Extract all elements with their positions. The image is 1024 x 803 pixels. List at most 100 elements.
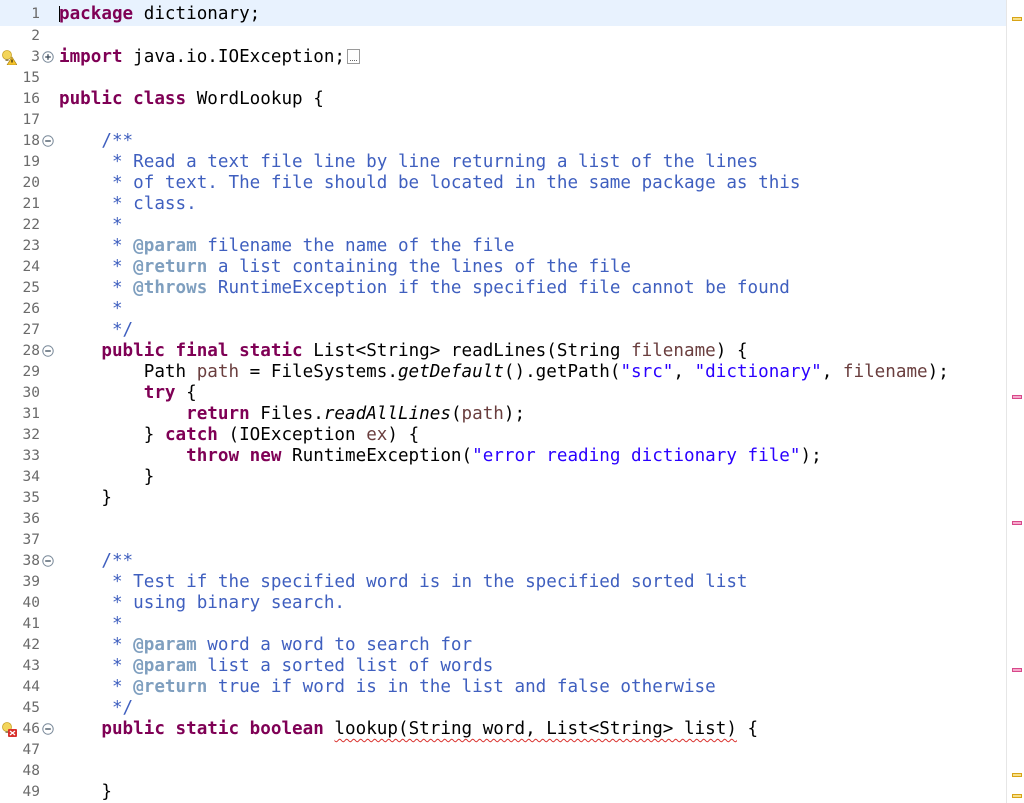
collapsed-imports-box[interactable] — [347, 49, 361, 64]
code-line[interactable]: 27 */ — [0, 320, 1006, 341]
code-token: * — [101, 236, 134, 256]
code-text[interactable]: /** — [59, 131, 133, 152]
plus-circle-icon[interactable] — [42, 51, 54, 63]
code-line[interactable]: 43 * @param list a sorted list of words — [0, 656, 1006, 677]
code-text[interactable]: * @throws RuntimeException if the specif… — [59, 278, 790, 299]
code-line[interactable]: 47 — [0, 740, 1006, 761]
code-text[interactable]: */ — [59, 320, 133, 341]
code-text[interactable]: * — [59, 215, 123, 236]
text-caret — [59, 6, 60, 22]
code-text[interactable]: * @return true if word is in the list an… — [59, 677, 716, 698]
code-token: , — [821, 362, 843, 382]
line-number: 23 — [22, 238, 40, 254]
code-text[interactable]: public static boolean lookup(String word… — [59, 719, 758, 740]
code-text[interactable]: Path path = FileSystems.getDefault().get… — [59, 362, 949, 383]
code-text[interactable]: * of text. The file should be located in… — [59, 173, 801, 194]
minus-circle-icon[interactable] — [42, 135, 54, 147]
code-token: "error reading dictionary file" — [472, 446, 801, 466]
line-number: 34 — [22, 469, 40, 485]
code-line[interactable]: 31 return Files.readAllLines(path); — [0, 404, 1006, 425]
code-line[interactable]: 30 try { — [0, 383, 1006, 404]
code-token: /** — [101, 551, 134, 571]
error-marker[interactable] — [1012, 395, 1022, 399]
warning-marker[interactable] — [1012, 773, 1022, 777]
code-text[interactable]: * @param word a word to search for — [59, 635, 472, 656]
code-text[interactable]: */ — [59, 698, 133, 719]
code-line[interactable]: 25 * @throws RuntimeException if the spe… — [0, 278, 1006, 299]
code-line[interactable]: 17 — [0, 110, 1006, 131]
code-text[interactable]: * — [59, 614, 123, 635]
code-text[interactable]: /** — [59, 551, 133, 572]
code-text[interactable]: * — [59, 299, 123, 320]
code-line[interactable]: 29 Path path = FileSystems.getDefault().… — [0, 362, 1006, 383]
code-text[interactable]: import java.io.IOException; — [59, 47, 361, 68]
code-text[interactable]: * Read a text file line by line returnin… — [59, 152, 758, 173]
code-line[interactable]: 42 * @param word a word to search for — [0, 635, 1006, 656]
lightbulb-error-icon[interactable] — [1, 721, 17, 737]
code-line[interactable]: 36 — [0, 509, 1006, 530]
code-line[interactable]: 24 * @return a list containing the lines… — [0, 257, 1006, 278]
code-text[interactable]: public final static List<String> readLin… — [59, 341, 747, 362]
code-line[interactable]: 37 — [0, 530, 1006, 551]
code-text[interactable]: package dictionary; — [59, 4, 260, 25]
code-line[interactable]: 2 — [0, 26, 1006, 47]
code-text[interactable]: throw new RuntimeException("error readin… — [59, 446, 822, 467]
code-line[interactable]: 1 package dictionary; — [0, 0, 1006, 26]
code-line[interactable]: 35 } — [0, 488, 1006, 509]
code-line[interactable]: 34 } — [0, 467, 1006, 488]
code-line[interactable]: 18 /** — [0, 131, 1006, 152]
code-text[interactable]: public class WordLookup { — [59, 89, 324, 110]
code-text[interactable]: try { — [59, 383, 197, 404]
code-line[interactable]: 41 * — [0, 614, 1006, 635]
code-line[interactable]: 20 * of text. The file should be located… — [0, 173, 1006, 194]
code-line[interactable]: 21 * class. — [0, 194, 1006, 215]
code-line[interactable]: 26 * — [0, 299, 1006, 320]
code-line[interactable]: 40 * using binary search. — [0, 593, 1006, 614]
minus-circle-icon[interactable] — [42, 723, 54, 735]
code-token: readAllLines — [323, 404, 451, 424]
code-line[interactable]: 16 public class WordLookup { — [0, 89, 1006, 110]
code-text[interactable]: } catch (IOException ex) { — [59, 425, 419, 446]
code-line[interactable]: 46 public static boolean lookup(String w… — [0, 719, 1006, 740]
code-editor[interactable]: 1 package dictionary; 2 3 import java.io.IOE… — [0, 0, 1024, 803]
code-line[interactable]: 15 — [0, 68, 1006, 89]
code-text[interactable]: } — [59, 782, 112, 803]
code-line[interactable]: 49 } — [0, 782, 1006, 803]
code-line[interactable]: 22 * — [0, 215, 1006, 236]
code-text[interactable]: * @param filename the name of the file — [59, 236, 515, 257]
code-line[interactable]: 38 /** — [0, 551, 1006, 572]
code-text[interactable]: * using binary search. — [59, 593, 345, 614]
code-text[interactable]: } — [59, 488, 112, 509]
error-marker[interactable] — [1012, 668, 1022, 672]
code-text[interactable]: * class. — [59, 194, 197, 215]
code-text[interactable]: * @param list a sorted list of words — [59, 656, 493, 677]
code-token: ); — [927, 362, 949, 382]
code-text[interactable]: * @return a list containing the lines of… — [59, 257, 631, 278]
minus-circle-icon[interactable] — [42, 345, 54, 357]
code-text[interactable]: } — [59, 467, 155, 488]
code-line[interactable]: 45 */ — [0, 698, 1006, 719]
code-token: * — [101, 656, 134, 676]
warning-marker[interactable] — [1012, 794, 1022, 798]
line-number: 19 — [22, 154, 40, 170]
code-line[interactable]: 39 * Test if the specified word is in th… — [0, 572, 1006, 593]
code-line[interactable]: 33 throw new RuntimeException("error rea… — [0, 446, 1006, 467]
code-token: Files. — [249, 404, 324, 424]
code-token: a list containing the lines of the file — [207, 257, 632, 277]
code-text[interactable]: * Test if the specified word is in the s… — [59, 572, 748, 593]
minus-circle-icon[interactable] — [42, 555, 54, 567]
code-line[interactable]: 48 — [0, 761, 1006, 782]
warning-marker[interactable] — [1012, 17, 1022, 21]
overview-ruler[interactable] — [1006, 0, 1024, 803]
code-line[interactable]: 44 * @return true if word is in the list… — [0, 677, 1006, 698]
code-line[interactable]: 3 import java.io.IOException; — [0, 47, 1006, 68]
code-line[interactable]: 28 public final static List<String> read… — [0, 341, 1006, 362]
code-token: ( — [450, 404, 462, 424]
code-text[interactable]: return Files.readAllLines(path); — [59, 404, 525, 425]
code-line[interactable]: 19 * Read a text file line by line retur… — [0, 152, 1006, 173]
code-line[interactable]: 23 * @param filename the name of the fil… — [0, 236, 1006, 257]
error-marker[interactable] — [1012, 521, 1022, 525]
code-line[interactable]: 32 } catch (IOException ex) { — [0, 425, 1006, 446]
lightbulb-warning-icon[interactable] — [1, 49, 17, 65]
